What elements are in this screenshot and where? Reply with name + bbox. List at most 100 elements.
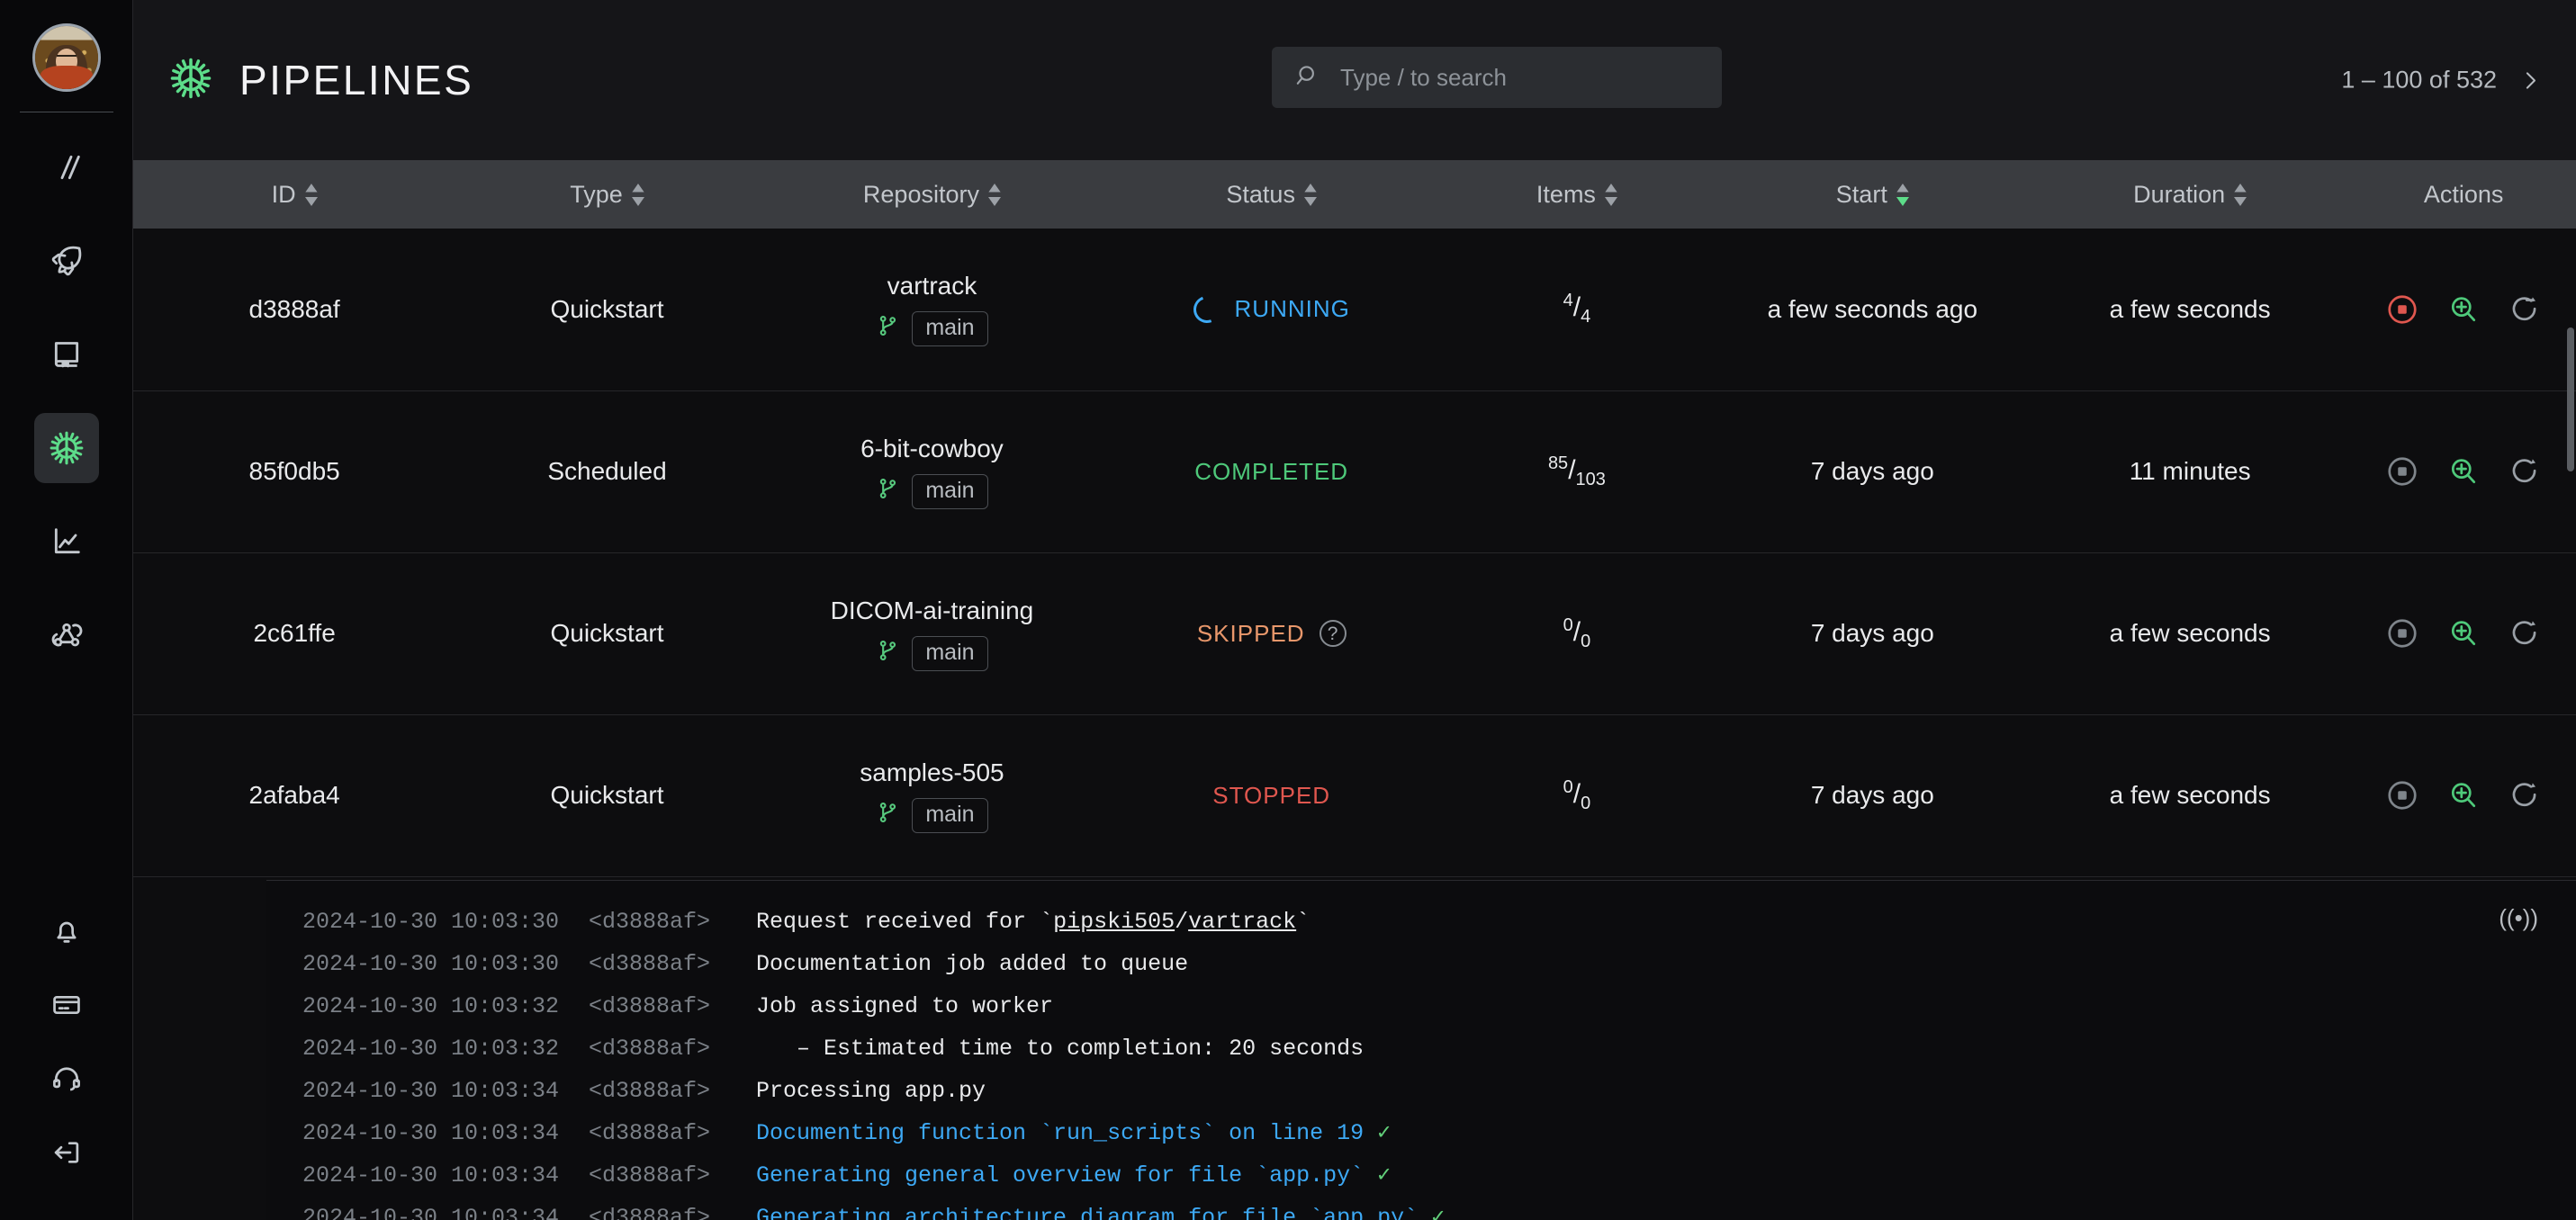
sort-asc-icon[interactable] <box>1896 183 1909 193</box>
sort-desc-icon[interactable] <box>1604 196 1617 206</box>
cell-start: a few seconds ago <box>1767 294 1978 323</box>
status-badge: SKIPPED <box>1196 619 1305 647</box>
log-line: 2024-10-30 10:03:30 <d3888af> Documentat… <box>266 943 2576 985</box>
column-label: Items <box>1536 180 1596 208</box>
repository-branch: main <box>876 473 988 509</box>
table-row[interactable]: 85f0db5 Scheduled 6-bit-cowboy main COMP… <box>133 390 2576 552</box>
column-header-duration[interactable]: Duration <box>2029 160 2351 229</box>
sort-toggle[interactable] <box>2234 183 2247 206</box>
code-slashes-icon <box>49 149 85 185</box>
sort-desc-icon[interactable] <box>1303 196 1317 206</box>
sidebar-item-support[interactable] <box>34 1045 99 1112</box>
log-link-owner[interactable]: pipski505 <box>1053 909 1175 935</box>
branch-tag: main <box>912 635 988 671</box>
sidebar-item-pipelines[interactable] <box>33 413 99 483</box>
sort-asc-icon[interactable] <box>2234 183 2247 193</box>
column-header-repository[interactable]: Repository <box>759 160 1105 229</box>
log-timestamp: 2024-10-30 10:03:34 <box>302 1078 560 1104</box>
log-timestamp: 2024-10-30 10:03:32 <box>302 993 560 1019</box>
sort-desc-icon[interactable] <box>2234 196 2247 206</box>
items-done: 4 <box>1563 291 1573 311</box>
retry-icon[interactable] <box>2508 778 2542 812</box>
vertical-scrollbar[interactable] <box>2567 327 2574 471</box>
help-circle-icon[interactable]: ? <box>1319 620 1347 647</box>
sort-desc-icon[interactable] <box>987 196 1001 206</box>
table-header: ID Type Repository Status Items Start Du… <box>133 160 2576 229</box>
log-timestamp: 2024-10-30 10:03:34 <box>302 1205 560 1220</box>
sidebar-item-analytics[interactable] <box>34 507 99 577</box>
sort-asc-icon[interactable] <box>1604 183 1617 193</box>
column-label: Duration <box>2133 180 2226 208</box>
sort-desc-icon[interactable] <box>1896 196 1909 206</box>
sidebar-item-code[interactable] <box>34 132 99 202</box>
live-indicator-icon[interactable]: ((•)) <box>2499 904 2538 932</box>
sort-asc-icon[interactable] <box>631 183 644 193</box>
log-timestamp: 2024-10-30 10:03:32 <box>302 1036 560 1062</box>
search-box[interactable] <box>1272 47 1722 108</box>
avatar[interactable] <box>32 23 101 92</box>
retry-icon[interactable] <box>2508 454 2542 489</box>
table-row[interactable]: 2afaba4 Quickstart samples-505 main STOP… <box>133 714 2576 876</box>
sort-desc-icon[interactable] <box>631 196 644 206</box>
sort-asc-icon[interactable] <box>1303 183 1317 193</box>
sort-asc-icon[interactable] <box>304 183 318 193</box>
zoom-in-icon[interactable] <box>2446 292 2481 327</box>
chevron-right-icon[interactable] <box>2517 67 2544 94</box>
repository-branch: main <box>876 311 988 347</box>
log-line: 2024-10-30 10:03:32 <d3888af> – Estimate… <box>266 1027 2576 1070</box>
sidebar-item-billing[interactable] <box>34 972 99 1038</box>
sort-toggle[interactable] <box>1303 183 1317 206</box>
search-input[interactable] <box>1340 63 1700 92</box>
table-row[interactable]: d3888af Quickstart vartrack main RUNNING… <box>133 229 2576 390</box>
sort-toggle[interactable] <box>987 183 1001 206</box>
cell-type: Quickstart <box>550 781 664 809</box>
main-area: PIPELINES 1 – 100 of 532 <box>133 0 2576 1220</box>
stop-circle-icon[interactable] <box>2385 292 2419 327</box>
sort-toggle[interactable] <box>1604 183 1617 206</box>
sidebar-item-docs[interactable] <box>34 319 99 390</box>
sort-toggle[interactable] <box>304 183 318 206</box>
cell-repository: 6-bit-cowboy main <box>759 390 1105 552</box>
cell-id: d3888af <box>248 294 340 323</box>
column-header-items[interactable]: Items <box>1437 160 1716 229</box>
sidebar-item-notifications[interactable] <box>34 898 99 964</box>
branch-icon <box>876 313 901 345</box>
search-icon <box>1293 61 1322 94</box>
column-header-status[interactable]: Status <box>1105 160 1437 229</box>
column-header-start[interactable]: Start <box>1716 160 2029 229</box>
cell-actions <box>2351 714 2576 876</box>
column-label: Start <box>1835 180 1887 208</box>
sidebar-nav-bottom <box>0 898 132 1193</box>
cell-status: SKIPPED ? <box>1105 552 1437 714</box>
logout-icon <box>50 1135 84 1170</box>
sort-toggle[interactable] <box>1896 183 1909 206</box>
bell-icon <box>50 914 84 948</box>
app-root: PIPELINES 1 – 100 of 532 <box>0 0 2576 1220</box>
sidebar-item-webhooks[interactable] <box>34 600 99 670</box>
sort-desc-icon[interactable] <box>304 196 318 206</box>
sort-toggle[interactable] <box>631 183 644 206</box>
retry-icon[interactable] <box>2508 616 2542 650</box>
log-pipeline-id: <d3888af> <box>589 1036 711 1062</box>
table-row[interactable]: 2c61ffe Quickstart DICOM-ai-training mai… <box>133 552 2576 714</box>
log-link-repo[interactable]: vartrack <box>1188 909 1296 935</box>
gear-icon <box>46 427 87 469</box>
column-header-id[interactable]: ID <box>133 160 455 229</box>
avatar-wrap[interactable] <box>32 23 101 92</box>
sidebar-item-logout[interactable] <box>34 1119 99 1186</box>
column-header-type[interactable]: Type <box>455 160 759 229</box>
retry-icon[interactable] <box>2508 292 2542 327</box>
log-line: 2024-10-30 10:03:34 <d3888af> Processing… <box>266 1070 2576 1112</box>
headset-icon <box>50 1062 84 1096</box>
stop-circle-icon <box>2385 616 2419 650</box>
zoom-in-icon[interactable] <box>2446 778 2481 812</box>
table-body: d3888af Quickstart vartrack main RUNNING… <box>133 229 2576 876</box>
branch-tag: main <box>912 311 988 347</box>
log-success-check-icon: ✓ <box>1377 1120 1392 1146</box>
column-header-actions: Actions <box>2351 160 2576 229</box>
sidebar-item-launch[interactable] <box>34 226 99 296</box>
zoom-in-icon[interactable] <box>2446 616 2481 650</box>
sort-asc-icon[interactable] <box>987 183 1001 193</box>
zoom-in-icon[interactable] <box>2446 454 2481 489</box>
brand: PIPELINES <box>166 53 473 108</box>
